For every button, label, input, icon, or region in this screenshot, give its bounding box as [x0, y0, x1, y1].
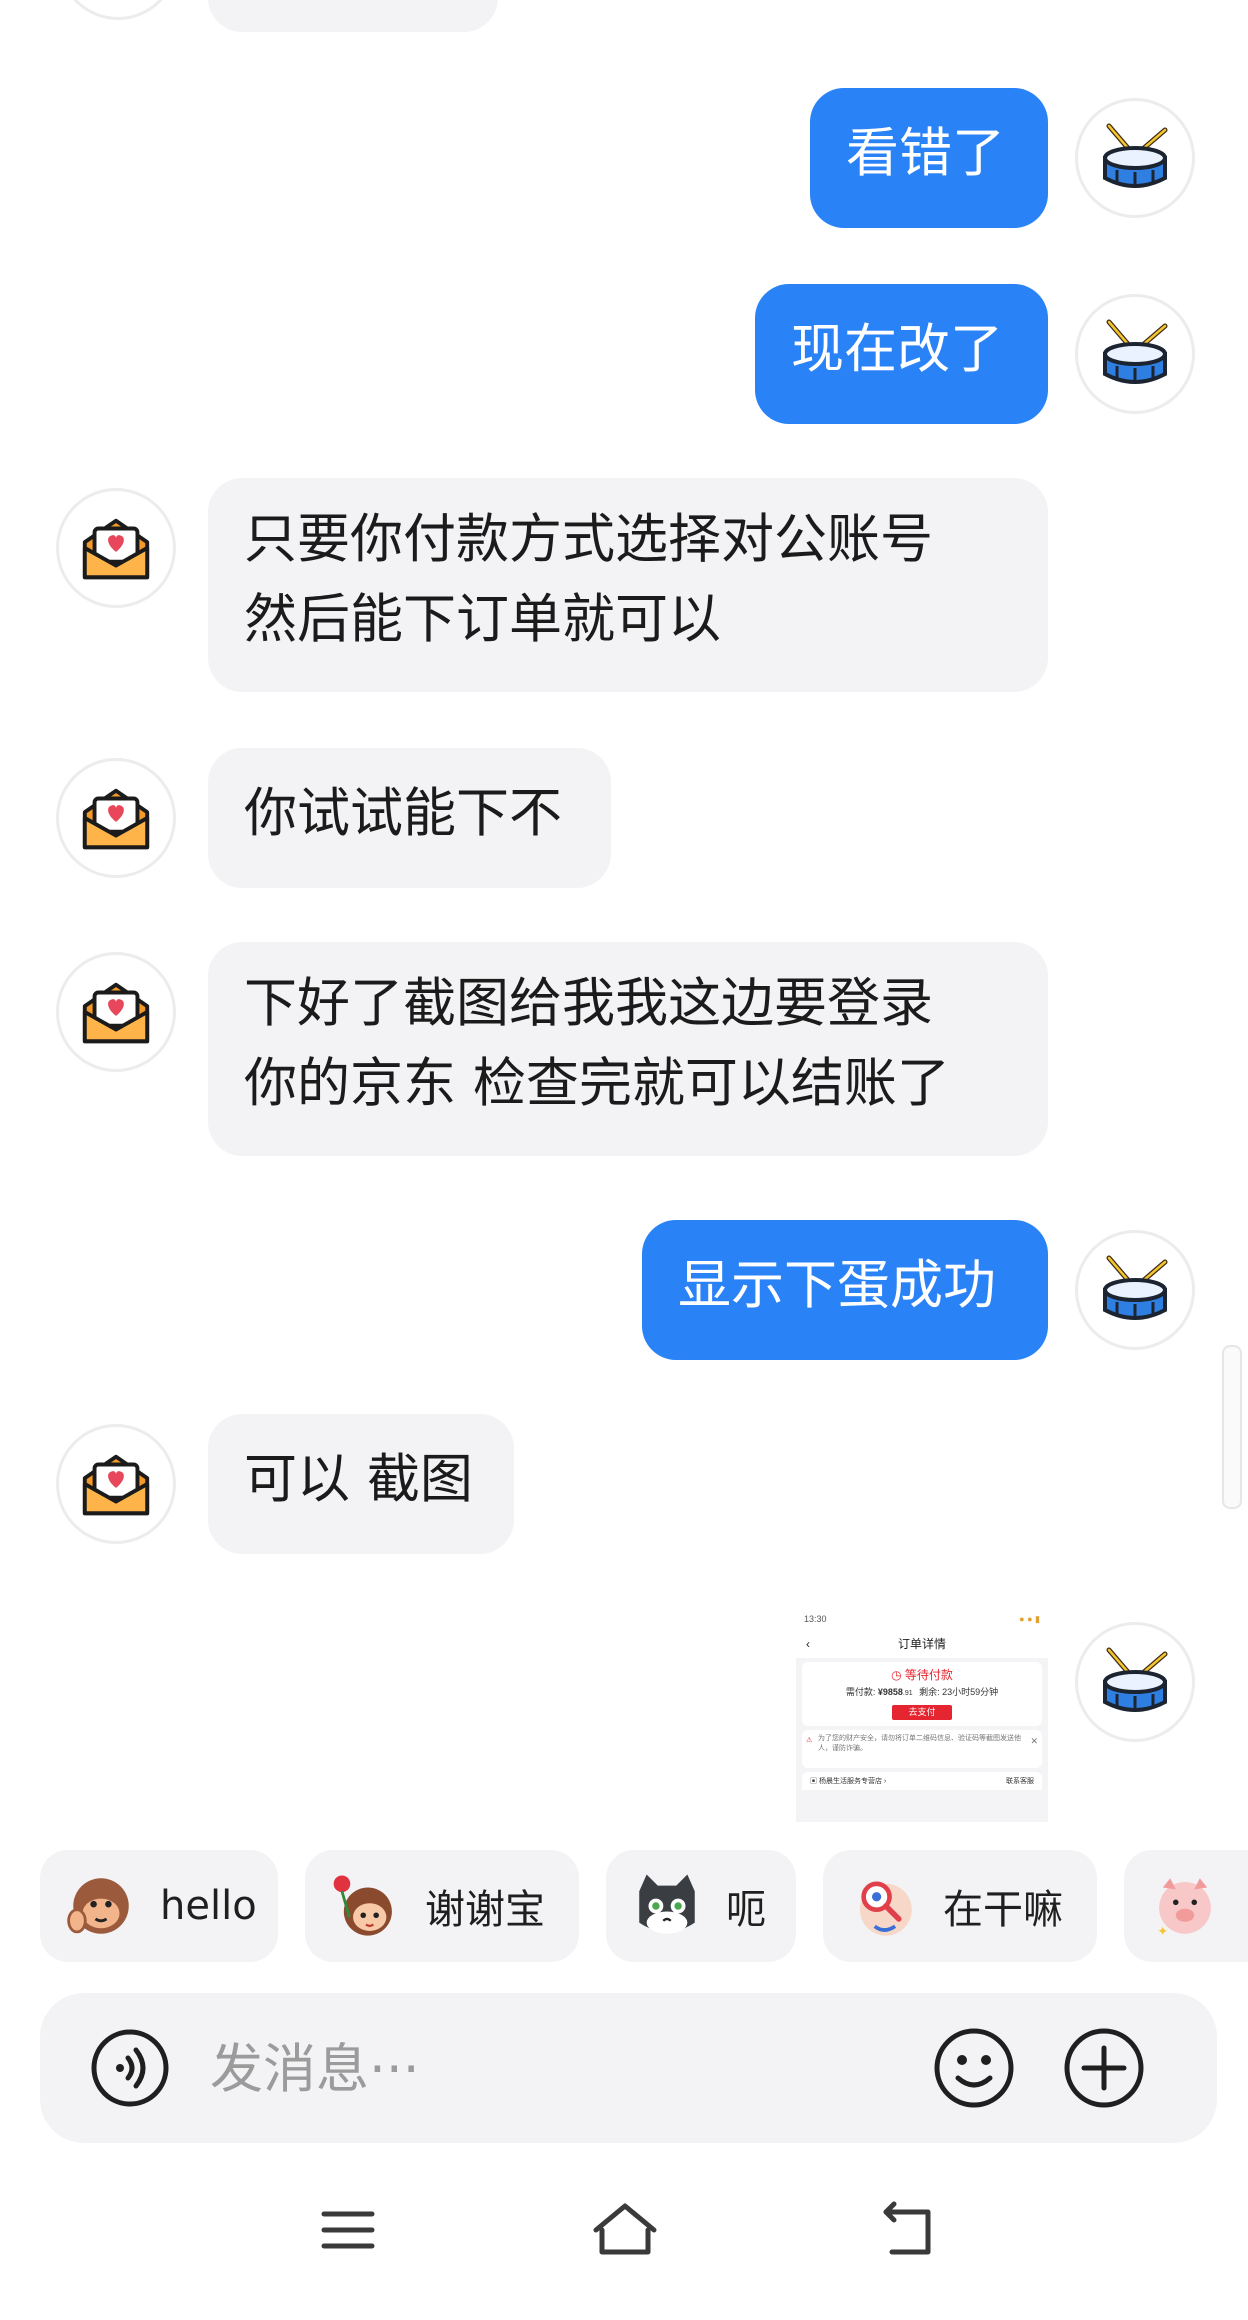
cat-sticker [639, 1874, 695, 1934]
menu-button[interactable] [318, 2200, 378, 2260]
self-avatar[interactable] [1075, 294, 1195, 414]
previous-bubble-remnant [208, 0, 498, 32]
quick-reply-chip[interactable]: 谢谢宝 [305, 1850, 579, 1962]
screenshot-status-icons: ● ● ▮ [1019, 1614, 1040, 1624]
screenshot-status: ◷ 等待付款 [802, 1666, 1042, 1684]
screenshot-back-icon: ‹ [806, 1637, 810, 1651]
drum-icon [1103, 319, 1168, 384]
message-text: 可以 截图 [244, 1449, 473, 1510]
voice-icon [91, 2029, 169, 2107]
drum-icon [1103, 1255, 1168, 1320]
my-message-bubble[interactable]: 现在改了 [755, 284, 1048, 424]
previous-avatar-remnant [58, 0, 178, 20]
message-text: 现在改了 [791, 319, 1003, 380]
store-icon: ▣ [810, 1778, 819, 1785]
message-line: 然后能下订单就可以 [244, 589, 721, 650]
warning-icon: ⚠ [806, 1737, 813, 1744]
love-letter-icon [82, 982, 150, 1044]
message-input[interactable] [208, 2023, 772, 2115]
image-message[interactable]: 13:30 ● ● ▮ ‹ 订单详情 ◷ 等待付款 需付款: ¥9858.91 … [796, 1612, 1048, 1822]
clock-icon: ◷ [891, 1668, 905, 1682]
voice-button[interactable] [90, 2028, 170, 2108]
drum-icon [1103, 123, 1168, 188]
screenshot-amount-row: 需付款: ¥9858.91 剩余: 23小时59分钟 [802, 1684, 1042, 1702]
love-letter-icon [82, 1454, 150, 1516]
screenshot-header: ‹ 订单详情 [796, 1630, 1048, 1658]
emoji-button[interactable] [932, 2026, 1016, 2110]
contact-avatar[interactable] [56, 488, 176, 608]
home-icon [593, 2203, 657, 2255]
screenshot-notice: ⚠ 为了您的财产安全，请勿将订单二维码信息、验证码等截图发送他人，谨防诈骗。 ✕ [802, 1730, 1042, 1768]
back-icon [883, 2201, 931, 2255]
emoji-icon [934, 2028, 1014, 2108]
home-button[interactable] [590, 2200, 660, 2260]
svg-text:✦: ✦ [1157, 1925, 1168, 1940]
menu-icon [321, 2211, 375, 2249]
plus-button[interactable] [1062, 2026, 1146, 2110]
message-input-bar [40, 1993, 1217, 2143]
quick-reply-label: 在干嘛 [943, 1887, 1063, 1933]
screenshot-title: 订单详情 [897, 1637, 946, 1651]
contact-message-bubble[interactable]: 可以 截图 [208, 1414, 514, 1554]
screenshot-store-row: ▣ 杨晨生活服务专营店 › 联系客服 [802, 1772, 1042, 1790]
pig-sticker: ✦ [1157, 1878, 1211, 1940]
love-letter-icon [82, 788, 150, 850]
love-letter-icon [82, 518, 150, 580]
amount-cents: .91 [902, 1690, 913, 1697]
magnifier-sticker [859, 1881, 912, 1936]
drum-icon [1103, 1647, 1168, 1712]
message-text: 你试试能下不 [244, 783, 562, 844]
quick-reply-label: 谢谢宝 [425, 1887, 545, 1933]
screenshot-time: 13:30 [804, 1614, 827, 1624]
screenshot-status-bar: 13:30 ● ● ▮ [796, 1612, 1048, 1630]
back-button[interactable] [878, 2200, 938, 2260]
message-line: 你的京东 检查完就可以结账了 [244, 1053, 950, 1114]
quick-reply-label: 呃 [726, 1887, 766, 1933]
contact-avatar[interactable] [56, 1424, 176, 1544]
contact-service: 联系客服 [1006, 1778, 1034, 1785]
self-avatar[interactable] [1075, 98, 1195, 218]
contact-message-bubble[interactable]: 下好了截图给我我这边要登录 你的京东 检查完就可以结账了 [208, 942, 1048, 1156]
amount-label: 需付款: [845, 1687, 876, 1697]
amount-value: ¥9858 [877, 1687, 903, 1697]
notice-text: 为了您的财产安全，请勿将订单二维码信息、验证码等截图发送他人，谨防诈骗。 [818, 1735, 1021, 1752]
plus-icon [1064, 2028, 1144, 2108]
self-avatar[interactable] [1075, 1230, 1195, 1350]
quick-reply-chip[interactable]: ✦ [1124, 1850, 1248, 1962]
message-text: 看错了 [846, 123, 1005, 184]
message-line: 下好了截图给我我这边要登录 [244, 973, 933, 1034]
quick-reply-chip[interactable]: 在干嘛 [823, 1850, 1097, 1962]
remaining-time: 剩余: 23小时59分钟 [919, 1687, 999, 1697]
quick-reply-chip[interactable]: hello [40, 1850, 278, 1962]
contact-message-bubble[interactable]: 只要你付款方式选择对公账号 然后能下订单就可以 [208, 478, 1048, 692]
contact-avatar[interactable] [56, 952, 176, 1072]
quick-reply-chip[interactable]: 呃 [606, 1850, 796, 1962]
screenshot-pay-button: 去支付 [892, 1705, 952, 1720]
screenshot-status-card: ◷ 等待付款 需付款: ¥9858.91 剩余: 23小时59分钟 去支付 [802, 1662, 1042, 1726]
my-message-bubble[interactable]: 看错了 [810, 88, 1048, 228]
monkey-sticker [67, 1878, 129, 1934]
message-line: 只要你付款方式选择对公账号 [244, 509, 933, 570]
quick-reply-label: hello [160, 1883, 257, 1929]
rose-girl-sticker [333, 1875, 392, 1936]
my-message-bubble[interactable]: 显示下蛋成功 [642, 1220, 1048, 1360]
contact-message-bubble[interactable]: 你试试能下不 [208, 748, 611, 888]
store-name: 杨晨生活服务专营店 [818, 1778, 882, 1785]
pay-button-label: 去支付 [908, 1707, 936, 1717]
scrollbar-thumb[interactable] [1222, 1345, 1242, 1509]
message-text: 显示下蛋成功 [678, 1255, 996, 1316]
self-avatar[interactable] [1075, 1622, 1195, 1742]
close-icon: ✕ [1030, 1736, 1038, 1746]
screenshot-status-text: 等待付款 [904, 1668, 953, 1682]
contact-avatar[interactable] [56, 758, 176, 878]
